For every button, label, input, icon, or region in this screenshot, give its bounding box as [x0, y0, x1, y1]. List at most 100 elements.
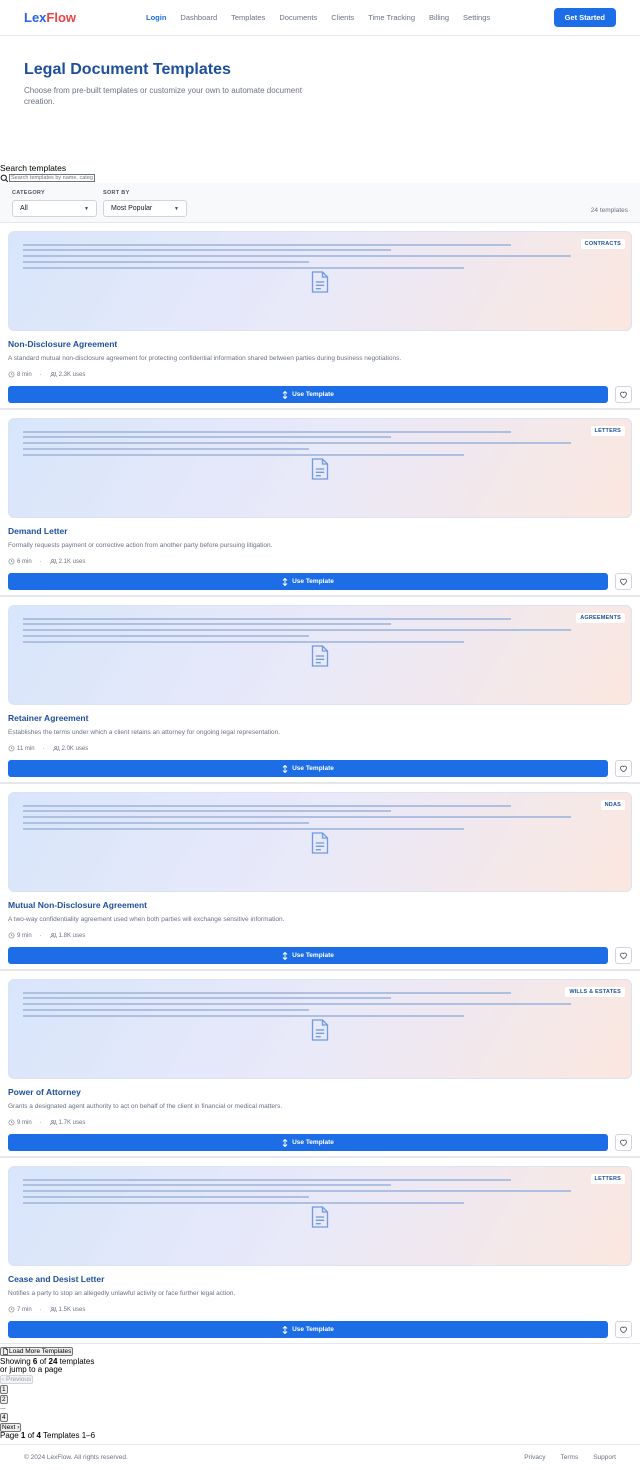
arrows-vertical-icon [282, 764, 288, 773]
filter-bar: CATEGORY All ▼ SORT BY Most Popular ▼ 24… [0, 183, 640, 222]
category-badge: NDAS [600, 800, 625, 810]
template-title[interactable]: Demand Letter [8, 526, 632, 536]
template-title[interactable]: Non-Disclosure Agreement [8, 339, 632, 349]
template-uses: 1.8K uses [58, 932, 86, 939]
nav-settings[interactable]: Settings [463, 13, 490, 22]
template-preview[interactable]: AGREEMENTS [8, 605, 632, 705]
favorite-button[interactable] [615, 760, 632, 777]
preview-line [23, 1184, 391, 1186]
favorite-button[interactable] [615, 573, 632, 590]
logo[interactable]: LexFlow [24, 10, 146, 25]
nav-dashboard[interactable]: Dashboard [180, 13, 217, 22]
chevron-down-icon: ▼ [174, 205, 179, 212]
page-button-2[interactable]: 2 [0, 1394, 8, 1404]
card-actions: Use Template [8, 573, 632, 590]
footer-link-support[interactable]: Support [593, 1454, 616, 1461]
previous-button[interactable]: ‹ Previous [0, 1374, 34, 1384]
nav-clients[interactable]: Clients [331, 13, 354, 22]
use-template-button[interactable]: Use Template [8, 1321, 608, 1338]
template-title[interactable]: Power of Attorney [8, 1087, 632, 1097]
main-nav: Login Dashboard Templates Documents Clie… [146, 13, 554, 22]
template-title[interactable]: Cease and Desist Letter [8, 1274, 632, 1284]
preview-line [23, 623, 391, 625]
next-label: Next [2, 1423, 16, 1431]
search-bar [0, 173, 640, 183]
document-icon [311, 458, 329, 480]
range-text: Templates 1–6 [43, 1430, 96, 1440]
page-status: Page 1 of 4 Templates 1–6 [0, 1430, 640, 1441]
use-template-button[interactable]: Use Template [8, 947, 608, 964]
template-meta: 8 min · 2.3K uses [8, 370, 632, 379]
favorite-button[interactable] [615, 1321, 632, 1338]
category-badge: WILLS & ESTATES [565, 987, 625, 997]
card-actions: Use Template [8, 760, 632, 777]
templates-word: templates [59, 1356, 95, 1366]
use-template-label: Use Template [292, 952, 334, 959]
footer-links: Privacy Terms Support [524, 1454, 616, 1461]
category-badge: LETTERS [590, 426, 625, 436]
top-navbar: LexFlow Login Dashboard Templates Docume… [0, 0, 640, 36]
template-time: 8 min [17, 371, 32, 378]
search-input[interactable] [9, 174, 95, 182]
load-more-button[interactable]: Load More Templates [0, 1347, 74, 1356]
preview-line [23, 992, 511, 994]
page-button-4[interactable]: 4 [0, 1412, 8, 1422]
nav-templates[interactable]: Templates [231, 13, 265, 22]
footer-link-privacy[interactable]: Privacy [524, 1454, 545, 1461]
arrows-vertical-icon [282, 951, 288, 960]
of-word: of [27, 1430, 35, 1440]
heart-icon [620, 765, 627, 773]
search-label: Search templates [0, 163, 67, 173]
page-button-1[interactable]: 1 [0, 1384, 8, 1394]
get-started-button[interactable]: Get Started [553, 8, 616, 27]
template-preview[interactable]: CONTRACTS [8, 231, 632, 331]
use-template-button[interactable]: Use Template [8, 573, 608, 590]
template-time: 11 min [17, 745, 35, 752]
template-time: 6 min [17, 558, 32, 565]
sort-select[interactable]: Most Popular ▼ [103, 200, 187, 217]
card-actions: Use Template [8, 1134, 632, 1151]
template-card: LETTERS Cease and Desist Letter Notifies… [0, 1157, 640, 1344]
preview-line [23, 635, 309, 637]
template-title[interactable]: Retainer Agreement [8, 713, 632, 723]
template-card: LETTERS Demand Letter Formally requests … [0, 409, 640, 596]
template-preview[interactable]: LETTERS [8, 1166, 632, 1266]
meta-separator: · [39, 932, 42, 939]
nav-billing[interactable]: Billing [429, 13, 449, 22]
template-preview[interactable]: WILLS & ESTATES [8, 979, 632, 1079]
users-icon [49, 559, 57, 564]
heart-icon [620, 391, 627, 399]
preview-line [23, 454, 464, 456]
preview-line [23, 442, 571, 444]
meta-separator: · [39, 371, 42, 378]
template-description: A two-way confidentiality agreement used… [8, 916, 285, 923]
template-meta: 11 min · 2.0K uses [8, 744, 632, 753]
favorite-button[interactable] [615, 1134, 632, 1151]
nav-time-tracking[interactable]: Time Tracking [368, 13, 415, 22]
template-title[interactable]: Mutual Non-Disclosure Agreement [8, 900, 632, 910]
clock-icon [8, 371, 15, 378]
footer: © 2024 LexFlow. All rights reserved. Pri… [0, 1444, 640, 1470]
users-icon [49, 1120, 57, 1125]
category-select[interactable]: All ▼ [12, 200, 97, 217]
preview-line [23, 267, 464, 269]
use-template-button[interactable]: Use Template [8, 760, 608, 777]
favorite-button[interactable] [615, 386, 632, 403]
template-card: NDAS Mutual Non-Disclosure Agreement A t… [0, 783, 640, 970]
use-template-button[interactable]: Use Template [8, 1134, 608, 1151]
users-icon [49, 372, 57, 377]
arrows-vertical-icon [282, 1325, 288, 1334]
template-preview[interactable]: LETTERS [8, 418, 632, 518]
use-template-button[interactable]: Use Template [8, 386, 608, 403]
preview-line [23, 641, 464, 643]
nav-documents[interactable]: Documents [279, 13, 317, 22]
document-icon [311, 1206, 329, 1228]
category-filter: CATEGORY All ▼ [12, 190, 97, 222]
heart-icon [620, 1139, 627, 1147]
arrows-vertical-icon [282, 577, 288, 586]
heart-icon [620, 1326, 627, 1334]
footer-link-terms[interactable]: Terms [561, 1454, 579, 1461]
favorite-button[interactable] [615, 947, 632, 964]
nav-login[interactable]: Login [146, 13, 166, 22]
template-preview[interactable]: NDAS [8, 792, 632, 892]
